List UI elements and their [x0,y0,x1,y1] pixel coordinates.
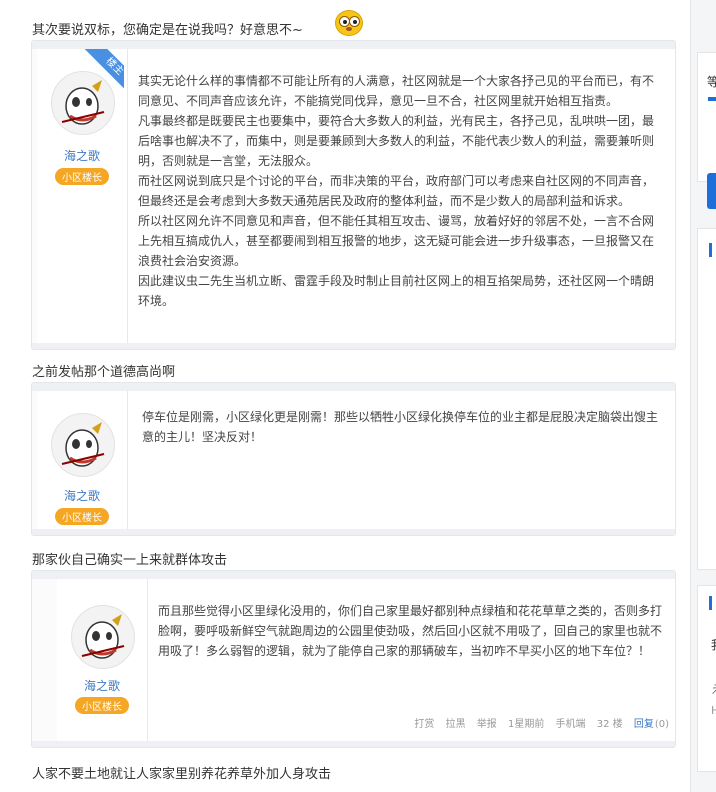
avatar[interactable] [51,413,115,477]
quote-paragraph: 因此建议虫二先生当机立断、雷霆手段及时制止目前社区网上的相互掐架局势，还社区网一… [138,274,655,308]
user-level-badge: 小区楼长 [55,168,109,185]
quoted-post: 海之歌 小区楼长 停车位是刚需，小区绿化更是刚需！那些以牺牲小区绿化换停车位的业… [31,382,676,536]
block-link[interactable]: 拉黑 [446,719,466,730]
sidebar-label: H [711,704,716,717]
floor-tag-ribbon: 楼主 [80,49,124,93]
quote-paragraph: 其实无论什么样的事情都不可能让所有的人满意，社区网就是一个大家各抒己见的平台而已… [138,74,655,108]
sidebar-tab-indicator [708,97,716,101]
sidebar-label: 我 [711,636,716,653]
sidebar-button[interactable] [707,173,716,209]
quote-paragraph: 停车位是刚需，小区绿化更是刚需！那些以牺牲小区绿化换停车位的业主都是屁股决定脑袋… [142,410,659,444]
comment-text: 人家不要土地就让人家家里别养花养草外加人身攻击 [32,767,332,782]
quoted-post: 海之歌 小区楼长 而且那些觉得小区里绿化没用的，你们自己家里最好都别种点绿植和花… [31,570,676,748]
comment-text: 之前发帖那个道德高尚啊 [32,365,176,380]
tip-link[interactable]: 打赏 [414,719,434,730]
right-sidebar: 等 我 え H [690,0,716,792]
username[interactable]: 海之歌 [57,677,147,694]
post-time: 1星期前 [507,719,545,730]
quote-user-info: 海之歌 小区楼长 [37,49,128,343]
reply-count: (0) [654,719,669,730]
quote-user-info: 海之歌 小区楼长 [57,579,148,741]
quote-paragraph: 而且那些觉得小区里绿化没用的，你们自己家里最好都别种点绿植和花花草草之类的，否则… [158,604,663,658]
quote-paragraph: 凡事最终都是既要民主也要集中，要符合大多数人的利益，光有民主，各抒己见，乱哄哄一… [138,114,655,168]
username[interactable]: 海之歌 [37,147,127,164]
quote-paragraph: 所以社区网允许不同意见和声音，但不能任其相互攻击、谩骂，放着好好的邻居不处，一言… [138,214,655,268]
reply-list: 其次要说双标，您确定是在说我吗？好意思不~ 海之歌 小区楼长 楼主 其实无论什么… [0,0,690,792]
floor-tag: 楼主 [80,49,124,93]
section-marker [709,596,712,610]
quote-content: 停车位是刚需，小区绿化更是刚需！那些以牺牲小区绿化换停车位的业主都是屁股决定脑袋… [128,391,675,529]
section-marker [709,243,712,257]
username[interactable]: 海之歌 [37,487,127,504]
comment-text: 那家伙自己确实一上来就群体攻击 [32,553,228,568]
sidebar-card [697,228,716,570]
sidebar-label: え [711,681,716,697]
report-link[interactable]: 举报 [477,719,497,730]
reply-link[interactable]: 回复 [634,719,654,730]
floor-number: 32 楼 [596,719,623,730]
sidebar-card: 等 [697,52,716,182]
post-actions: 打赏 拉黑 举报 1星期前 手机端 32 楼 回复(0) [406,715,669,730]
surprised-face-icon [335,10,363,36]
sidebar-label: 等 [707,75,716,89]
post-device: 手机端 [555,719,586,730]
quote-user-info: 海之歌 小区楼长 [37,391,128,529]
quote-paragraph: 而社区网说到底只是个讨论的平台，而非决策的平台，政府部门可以考虑来自社区网的不同… [138,174,655,208]
user-level-badge: 小区楼长 [55,508,109,525]
sidebar-card: 我 え H [697,585,716,772]
quoted-post: 海之歌 小区楼长 楼主 其实无论什么样的事情都不可能让所有的人满意，社区网就是一… [31,40,676,350]
comment-text: 其次要说双标，您确定是在说我吗？好意思不~ [32,23,303,38]
user-level-badge: 小区楼长 [75,697,129,714]
avatar[interactable] [71,605,135,669]
quote-content: 其实无论什么样的事情都不可能让所有的人满意，社区网就是一个大家各抒己见的平台而已… [128,49,675,343]
